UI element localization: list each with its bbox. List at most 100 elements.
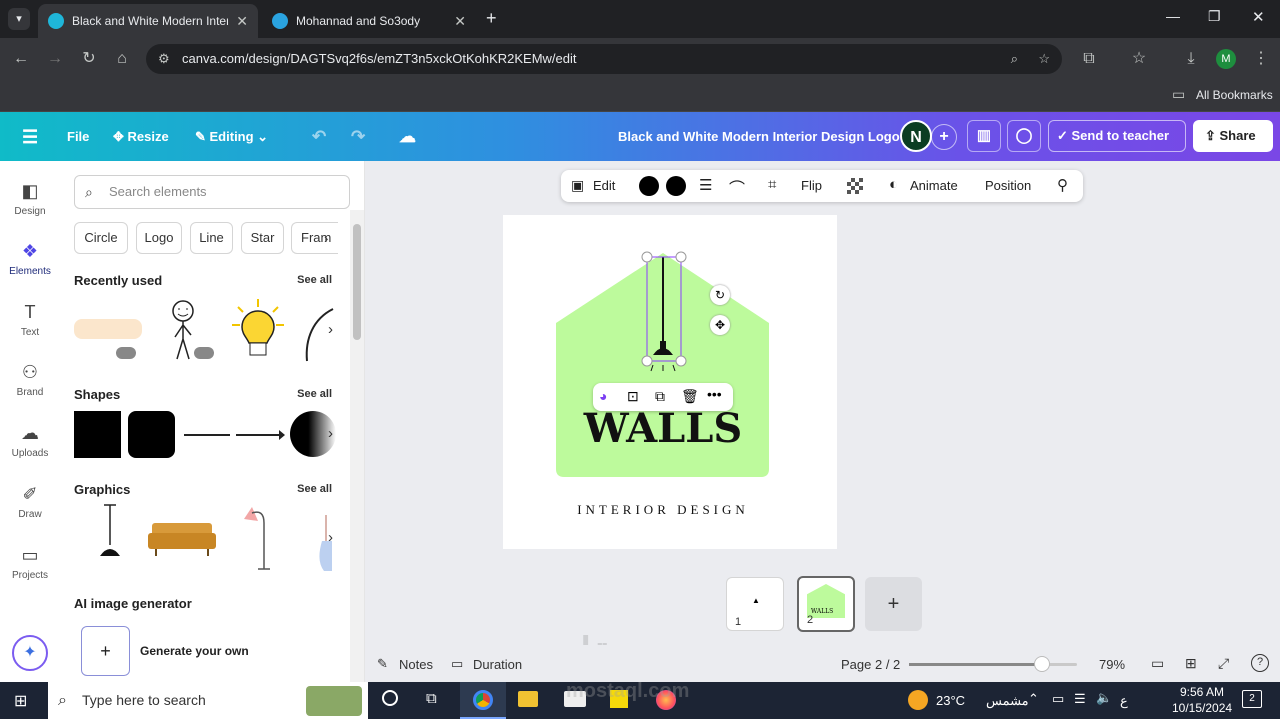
zoom-slider[interactable] xyxy=(909,656,1077,672)
scrollbar-thumb[interactable] xyxy=(353,224,361,340)
see-all-graphics-link[interactable]: See all xyxy=(297,483,332,495)
close-window-icon[interactable]: ✕ xyxy=(1252,8,1265,26)
see-all-shapes-link[interactable]: See all xyxy=(297,388,332,400)
more-options-icon[interactable]: ••• xyxy=(707,386,722,402)
chips-chevron-right-icon[interactable]: › xyxy=(324,231,328,246)
resize-button[interactable]: ✥ Resize xyxy=(113,124,169,150)
network-icon[interactable]: ☰ xyxy=(1074,691,1086,707)
generate-own-button[interactable]: + xyxy=(81,626,130,676)
rail-uploads[interactable]: ☁ Uploads xyxy=(0,423,60,459)
page-thumb-2[interactable]: WALLS 2 xyxy=(797,576,855,632)
zoom-slider-thumb[interactable] xyxy=(1034,656,1050,672)
recent-light-bulb[interactable] xyxy=(228,297,288,363)
chip-line[interactable]: Line xyxy=(190,222,233,254)
graphics-chevron-right-icon[interactable]: › xyxy=(328,529,333,546)
undo-icon[interactable]: ↶ xyxy=(312,124,326,150)
page-thumb-1[interactable]: ▲ 1 xyxy=(726,577,784,631)
bookmark-star-icon[interactable]: ☆ xyxy=(1038,44,1050,74)
recent-chevron-right-icon[interactable]: › xyxy=(328,321,333,338)
logo-title[interactable]: WALLS xyxy=(503,405,823,452)
line-weight-icon[interactable]: ☰ xyxy=(699,176,712,194)
grid-view-icon[interactable]: ⊞ xyxy=(1185,655,1197,672)
file-explorer-icon[interactable] xyxy=(518,691,538,707)
rail-brand[interactable]: ⚇ Brand xyxy=(0,362,60,398)
logo-subtitle[interactable]: INTERIOR DESIGN xyxy=(503,502,823,518)
generate-own-label[interactable]: Generate your own xyxy=(140,644,249,658)
share-button[interactable]: ⇪ Share xyxy=(1193,120,1273,152)
file-menu[interactable]: File xyxy=(67,124,89,150)
rail-elements[interactable]: ❖ Elements xyxy=(0,241,60,277)
graphic-pendant-lamp[interactable] xyxy=(96,504,124,566)
help-icon[interactable]: ? xyxy=(1251,654,1269,672)
zoom-icon[interactable]: ⌕ xyxy=(1011,44,1018,74)
crop-icon[interactable]: ⌗ xyxy=(768,176,776,193)
duplicate-icon[interactable]: ⧉ xyxy=(655,388,665,405)
minimize-icon[interactable]: — xyxy=(1166,8,1180,24)
tab-canva[interactable]: Black and White Modern Interior ✕ xyxy=(38,4,258,38)
zoom-level[interactable]: 79% xyxy=(1099,657,1125,672)
add-collaborator-icon[interactable]: + xyxy=(931,124,957,150)
edit-image-icon[interactable]: ▣ xyxy=(571,177,584,194)
chip-circle[interactable]: Circle xyxy=(74,222,128,254)
shape-rounded-square[interactable] xyxy=(128,411,175,458)
weather-label[interactable]: مشمس xyxy=(986,693,1029,709)
notes-icon[interactable]: ✎ xyxy=(377,656,388,672)
duration-icon[interactable]: ▭ xyxy=(451,656,463,672)
rail-design[interactable]: ◧ Design xyxy=(0,181,60,217)
cortana-icon[interactable] xyxy=(382,690,398,706)
transparency-icon[interactable] xyxy=(847,178,863,194)
battery-icon[interactable]: ▭ xyxy=(1052,691,1064,707)
close-tab-icon[interactable]: ✕ xyxy=(236,13,248,30)
new-tab-button[interactable]: + xyxy=(486,8,497,29)
editing-mode-dropdown[interactable]: ✎ Editing ⌄ xyxy=(195,124,268,150)
recent-brush-stroke[interactable] xyxy=(74,319,142,339)
analytics-icon[interactable]: ▥ xyxy=(967,120,1001,152)
add-page-button[interactable]: + xyxy=(865,577,922,631)
position-button[interactable]: Position xyxy=(985,178,1031,193)
volume-icon[interactable]: 🔈 xyxy=(1096,690,1112,706)
forward-icon[interactable]: → xyxy=(44,48,66,70)
magic-assistant-icon[interactable]: ✦ xyxy=(12,635,48,671)
rail-text[interactable]: T Text xyxy=(0,302,60,338)
chrome-taskbar-icon[interactable] xyxy=(460,682,506,719)
animate-icon[interactable]: ◐ xyxy=(889,176,898,193)
color-swatch-1[interactable] xyxy=(639,176,659,196)
fullscreen-icon[interactable]: ⤢ xyxy=(1218,655,1229,672)
lock-icon[interactable]: ⊡ xyxy=(627,388,639,405)
graphic-sofa[interactable] xyxy=(148,519,216,557)
see-all-recent-link[interactable]: See all xyxy=(297,274,332,286)
weather-icon[interactable] xyxy=(908,690,928,710)
maximize-icon[interactable]: ❐ xyxy=(1208,8,1221,25)
tab-telegram[interactable]: Mohannad and So3ody ✕ xyxy=(262,4,476,38)
input-language[interactable]: ع xyxy=(1120,693,1128,709)
redo-icon[interactable]: ↷ xyxy=(351,124,365,150)
copy-style-icon[interactable]: ⚲ xyxy=(1057,176,1068,194)
taskbar-search-box[interactable]: ⌕ Type here to search xyxy=(48,682,368,719)
graphic-floor-lamp[interactable] xyxy=(242,505,274,573)
notes-button[interactable]: Notes xyxy=(399,657,433,672)
chip-logo[interactable]: Logo xyxy=(136,222,182,254)
notification-icon[interactable]: 2 xyxy=(1242,690,1262,708)
move-handle-icon[interactable]: ✥ xyxy=(710,315,730,335)
shape-square[interactable] xyxy=(74,411,121,458)
clock-time[interactable]: 9:56 AM xyxy=(1180,685,1224,699)
page-indicator[interactable]: Page 2 / 2 xyxy=(841,657,900,672)
flip-button[interactable]: Flip xyxy=(801,178,822,193)
extensions-icon[interactable]: ⧉ xyxy=(1078,48,1100,70)
tab-list-button[interactable]: ▾ xyxy=(8,8,30,30)
duration-button[interactable]: Duration xyxy=(473,657,522,672)
rotate-handle-icon[interactable]: ↻ xyxy=(710,285,730,305)
color-swatch-2[interactable] xyxy=(666,176,686,196)
back-icon[interactable]: ← xyxy=(10,48,32,70)
reload-icon[interactable]: ↻ xyxy=(78,48,100,70)
document-title[interactable]: Black and White Modern Interior Design L… xyxy=(618,124,900,150)
animate-button[interactable]: Animate xyxy=(910,178,958,193)
collaborator-avatar[interactable]: N xyxy=(900,120,932,152)
design-page[interactable]: ↻ ✥ ◕ ⊡ ⧉ 🗑 ••• WALLS INTERIOR DESIGN xyxy=(503,215,837,549)
rail-draw[interactable]: ✐ Draw xyxy=(0,484,60,520)
hamburger-menu-icon[interactable]: ☰ xyxy=(22,124,38,150)
cloud-save-icon[interactable]: ☁ xyxy=(399,124,416,150)
comments-icon[interactable]: ◯ xyxy=(1007,120,1041,152)
tray-chevron-up-icon[interactable]: ⌃ xyxy=(1028,691,1039,707)
edit-button[interactable]: Edit xyxy=(593,178,615,193)
